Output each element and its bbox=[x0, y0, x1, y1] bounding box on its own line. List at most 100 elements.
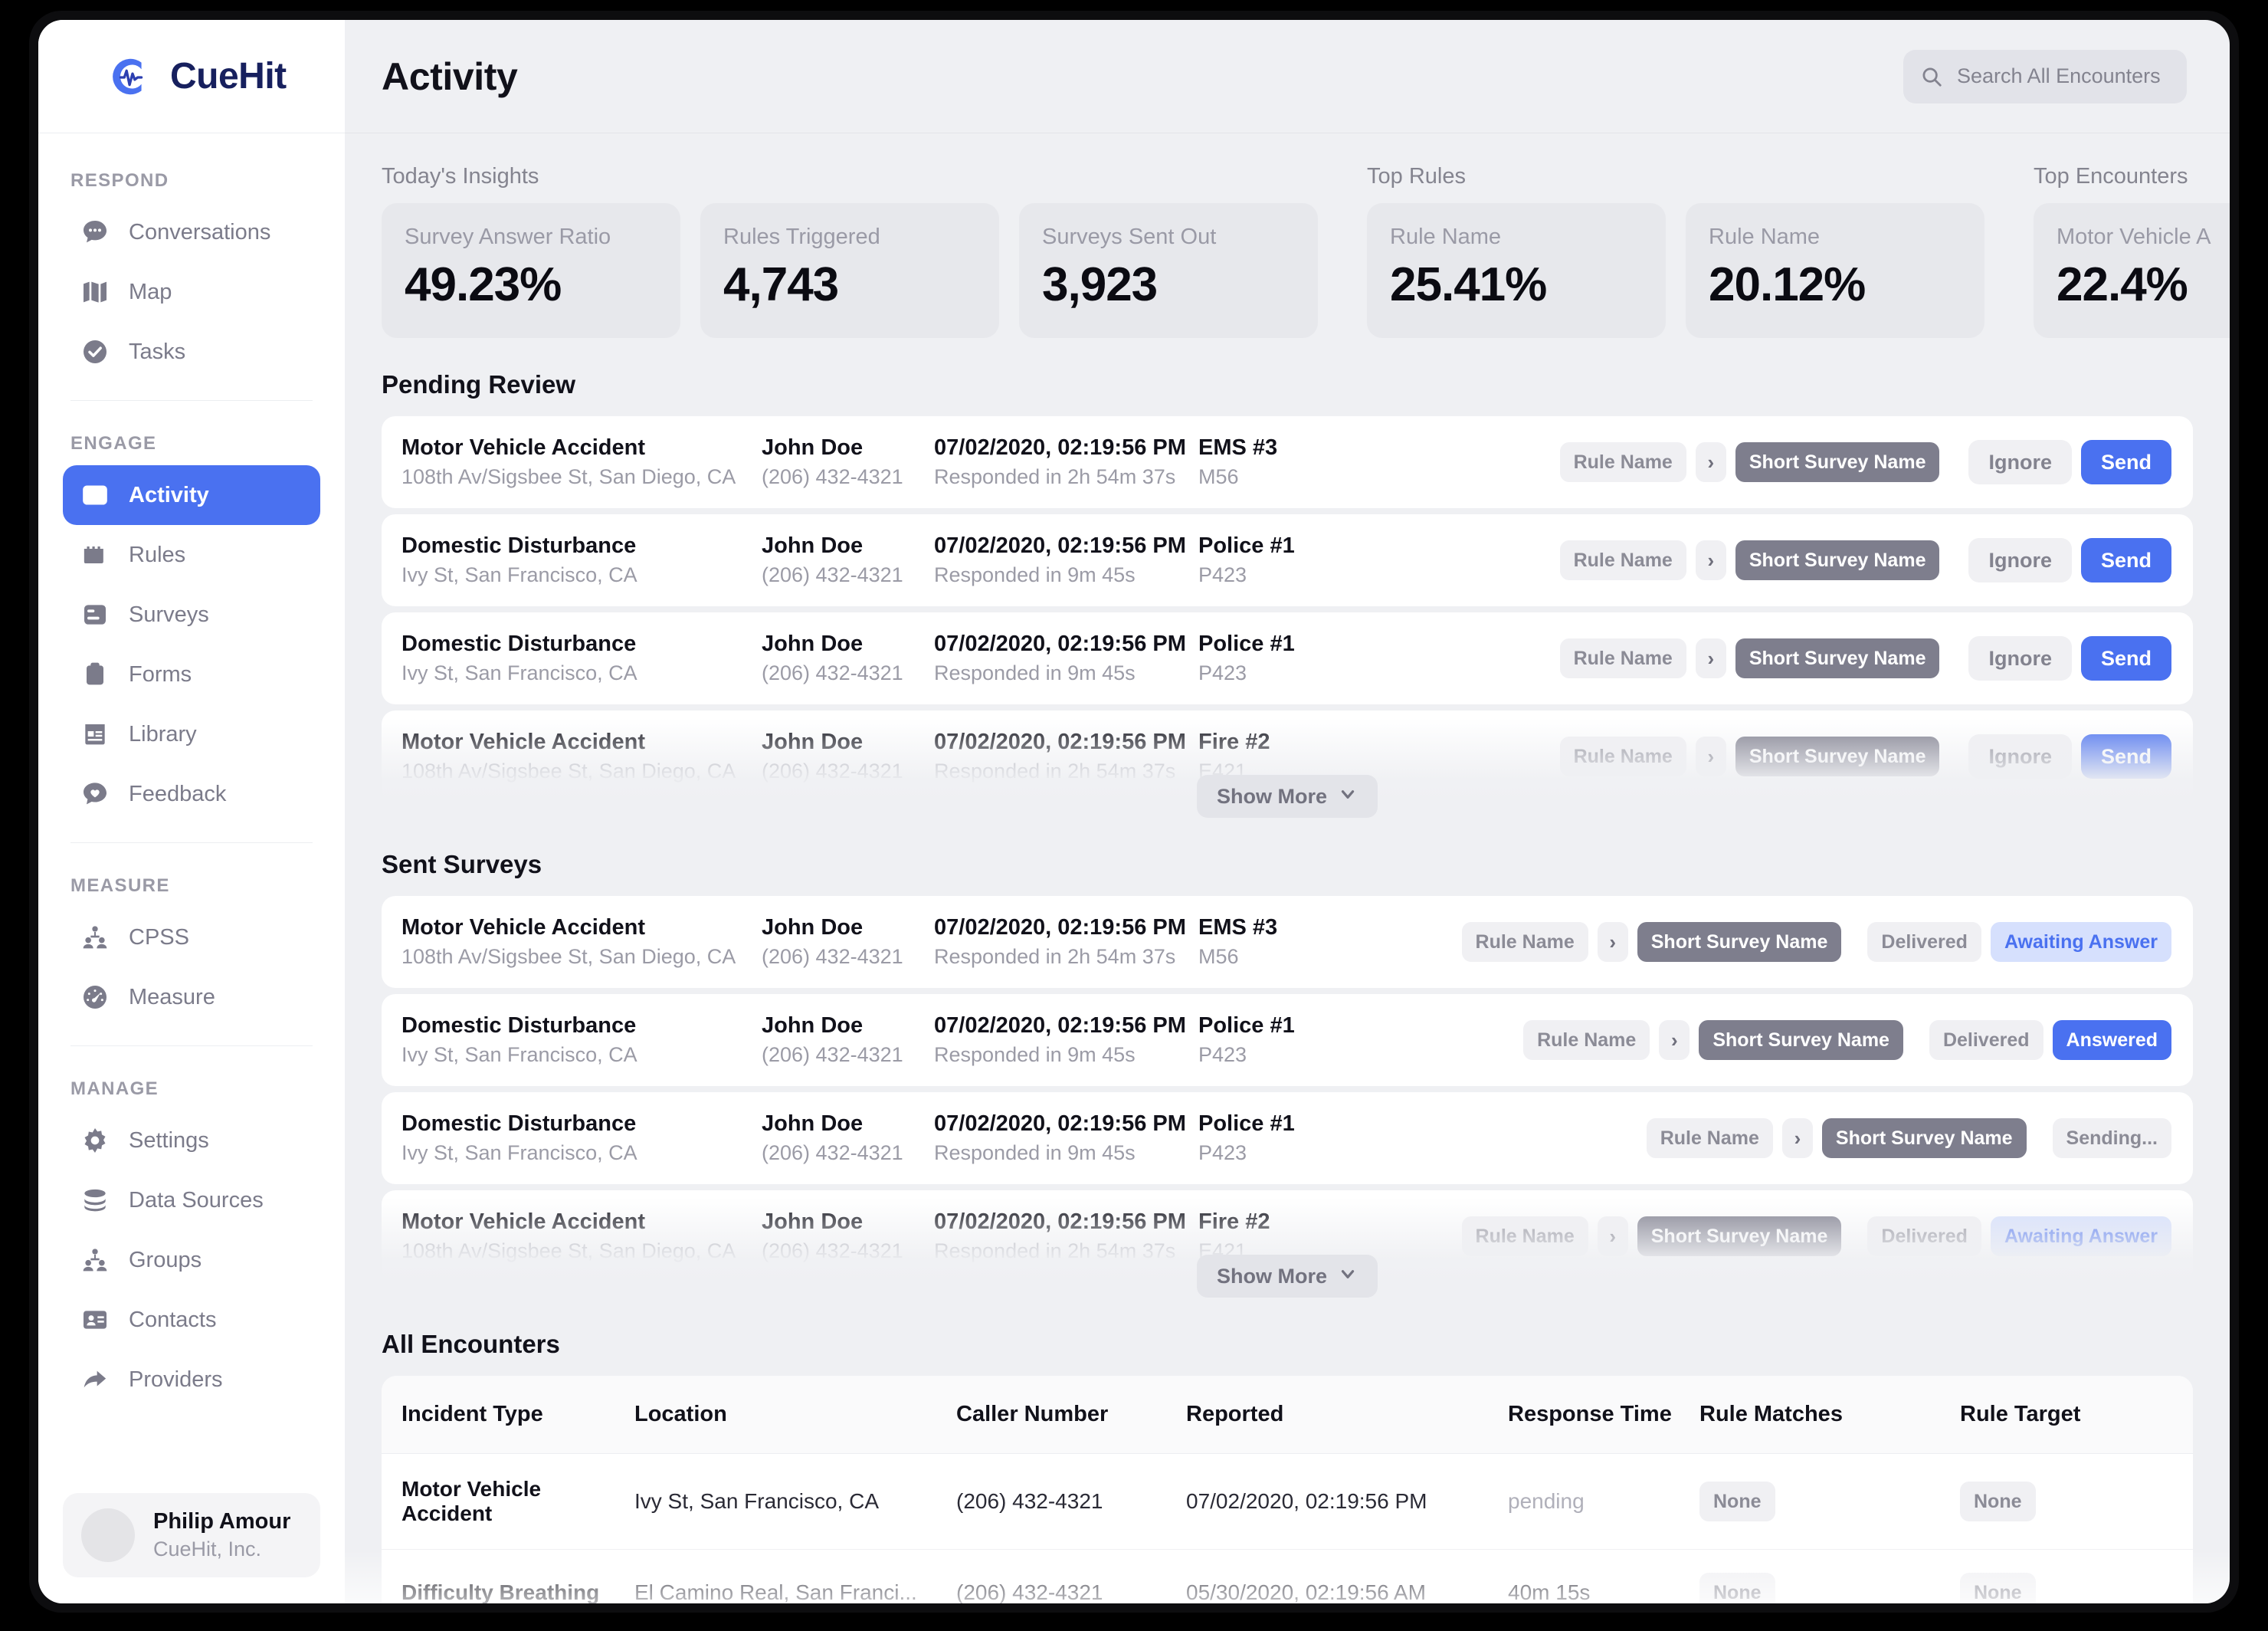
chevron-right-icon: › bbox=[1781, 1118, 1813, 1158]
contact-card-icon bbox=[80, 1304, 110, 1335]
all-encounters-title: All Encounters bbox=[382, 1330, 560, 1358]
insight-card-value: 4,743 bbox=[723, 258, 839, 311]
insight-card[interactable]: Surveys Sent Out 3,923 bbox=[1019, 203, 1318, 338]
response-time: Responded in 9m 45s bbox=[934, 1141, 1136, 1164]
delivery-status-badge: Delivered bbox=[1867, 1216, 1981, 1256]
rule-name-pill[interactable]: Rule Name bbox=[1461, 1216, 1588, 1256]
rule-name-pill[interactable]: Rule Name bbox=[1559, 442, 1686, 482]
show-more-button-pending[interactable]: Show More bbox=[1196, 775, 1378, 818]
rule-target-badge[interactable]: None bbox=[1960, 1573, 2036, 1603]
pending-review-row[interactable]: Motor Vehicle Accident 108th Av/Sigsbee S… bbox=[382, 416, 2193, 508]
sent-status-group: Rule Name › Short Survey Name Delivered Awai… bbox=[1461, 1216, 2171, 1256]
sidebar-item-providers[interactable]: Providers bbox=[63, 1350, 320, 1409]
insight-card[interactable]: Motor Vehicle A 22.4% bbox=[2034, 203, 2230, 338]
sidebar-item-tasks[interactable]: Tasks bbox=[63, 322, 320, 382]
sidebar-item-groups[interactable]: Groups bbox=[63, 1230, 320, 1290]
rule-name-pill[interactable]: Rule Name bbox=[1523, 1020, 1650, 1060]
send-button[interactable]: Send bbox=[2080, 734, 2171, 779]
unit-id: P423 bbox=[1198, 1141, 1247, 1164]
sidebar-item-forms[interactable]: Forms bbox=[63, 645, 320, 704]
pending-review-row[interactable]: Domestic Disturbance Ivy St, San Francisc… bbox=[382, 612, 2193, 704]
column-header[interactable]: Caller Number bbox=[956, 1376, 1186, 1454]
survey-name-pill[interactable]: Short Survey Name bbox=[1637, 922, 1842, 962]
rule-target-badge[interactable]: None bbox=[1960, 1482, 2036, 1521]
column-header[interactable]: Reported bbox=[1186, 1376, 1508, 1454]
sidebar-item-data-sources[interactable]: Data Sources bbox=[63, 1170, 320, 1230]
insight-card[interactable]: Rule Name 20.12% bbox=[1686, 203, 1984, 338]
search-box[interactable]: Search All Encounters bbox=[1903, 49, 2187, 103]
survey-name-pill[interactable]: Short Survey Name bbox=[1735, 540, 1940, 580]
insights-strip: Today's Insights Survey Answer Ratio 49.2… bbox=[345, 133, 2230, 338]
column-header[interactable]: Location bbox=[634, 1376, 956, 1454]
reported-time: 07/02/2020, 02:19:56 PM bbox=[934, 730, 1186, 754]
rule-name-pill[interactable]: Rule Name bbox=[1461, 922, 1588, 962]
sidebar-item-conversations[interactable]: Conversations bbox=[63, 202, 320, 262]
sidebar-item-library[interactable]: Library bbox=[63, 704, 320, 764]
column-header[interactable]: Rule Target bbox=[1960, 1376, 2193, 1454]
survey-name-pill[interactable]: Short Survey Name bbox=[1699, 1020, 1903, 1060]
column-header[interactable]: Rule Matches bbox=[1699, 1376, 1960, 1454]
rule-matches-badge[interactable]: None bbox=[1699, 1482, 1775, 1521]
ignore-button[interactable]: Ignore bbox=[1968, 734, 2072, 779]
survey-name-pill[interactable]: Short Survey Name bbox=[1735, 442, 1940, 482]
chevron-right-icon: › bbox=[1597, 1216, 1628, 1256]
user-profile[interactable]: Philip Amour CueHit, Inc. bbox=[63, 1493, 320, 1577]
sidebar-item-surveys[interactable]: Surveys bbox=[63, 585, 320, 645]
rule-matches-badge[interactable]: None bbox=[1699, 1573, 1775, 1603]
column-header[interactable]: Response Time bbox=[1508, 1376, 1699, 1454]
caller-cell: John Doe (206) 432-4321 bbox=[762, 533, 934, 587]
pending-review-row[interactable]: Domestic Disturbance Ivy St, San Francisc… bbox=[382, 514, 2193, 606]
rule-name-pill[interactable]: Rule Name bbox=[1559, 737, 1686, 776]
brand-header[interactable]: CueHit bbox=[38, 20, 345, 133]
encounter-type-cell: Domestic Disturbance Ivy St, San Francisc… bbox=[401, 632, 762, 685]
time-cell: 07/02/2020, 02:19:56 PM Responded in 2h 5… bbox=[934, 435, 1198, 489]
sidebar-item-rules[interactable]: Rules bbox=[63, 525, 320, 585]
send-button[interactable]: Send bbox=[2080, 636, 2171, 681]
sidebar-item-activity[interactable]: Activity bbox=[63, 465, 320, 525]
insight-card[interactable]: Rule Name 25.41% bbox=[1367, 203, 1666, 338]
insight-card[interactable]: Survey Answer Ratio 49.23% bbox=[382, 203, 680, 338]
sent-survey-row[interactable]: Domestic Disturbance Ivy St, San Francisc… bbox=[382, 994, 2193, 1086]
sidebar-item-settings[interactable]: Settings bbox=[63, 1111, 320, 1170]
sidebar-item-feedback[interactable]: Feedback bbox=[63, 764, 320, 824]
incident-type: Domestic Disturbance bbox=[401, 632, 637, 656]
insight-card-title: Surveys Sent Out bbox=[1042, 225, 1217, 249]
survey-status-badge[interactable]: Awaiting Answer bbox=[1990, 922, 2171, 962]
table-row[interactable]: Motor Vehicle Accident Ivy St, San Franci… bbox=[382, 1453, 2193, 1550]
cell-rule-matches: None bbox=[1699, 1453, 1960, 1550]
table-row[interactable]: Difficulty Breathing El Camino Real, San … bbox=[382, 1549, 2193, 1603]
sent-survey-row[interactable]: Motor Vehicle Accident 108th Av/Sigsbee S… bbox=[382, 896, 2193, 988]
insight-card[interactable]: Rules Triggered 4,743 bbox=[700, 203, 999, 338]
column-header[interactable]: Incident Type bbox=[382, 1376, 634, 1454]
cell-rule-matches: None bbox=[1699, 1549, 1960, 1603]
rule-name-pill[interactable]: Rule Name bbox=[1559, 540, 1686, 580]
sidebar-item-cpss[interactable]: CPSS bbox=[63, 907, 320, 967]
survey-name-pill[interactable]: Short Survey Name bbox=[1735, 638, 1940, 678]
survey-status-badge[interactable]: Answered bbox=[2052, 1020, 2171, 1060]
survey-status-badge[interactable]: Awaiting Answer bbox=[1990, 1216, 2171, 1256]
sidebar-item-map[interactable]: Map bbox=[63, 262, 320, 322]
survey-name-pill[interactable]: Short Survey Name bbox=[1821, 1118, 2027, 1158]
sent-survey-row[interactable]: Domestic Disturbance Ivy St, San Francisc… bbox=[382, 1092, 2193, 1184]
cell-rule-target: None bbox=[1960, 1453, 2193, 1550]
incident-type: Motor Vehicle Accident bbox=[401, 730, 645, 754]
send-button[interactable]: Send bbox=[2080, 440, 2171, 484]
delivery-status-badge: Delivered bbox=[1929, 1020, 2043, 1060]
ignore-button[interactable]: Ignore bbox=[1968, 440, 2072, 484]
rule-name-pill[interactable]: Rule Name bbox=[1646, 1118, 1773, 1158]
ignore-button[interactable]: Ignore bbox=[1968, 636, 2072, 681]
send-button[interactable]: Send bbox=[2080, 538, 2171, 582]
time-cell: 07/02/2020, 02:19:56 PM Responded in 9m 4… bbox=[934, 1013, 1198, 1067]
survey-name-pill[interactable]: Short Survey Name bbox=[1735, 737, 1940, 776]
survey-name-pill[interactable]: Short Survey Name bbox=[1637, 1216, 1842, 1256]
rule-name-pill[interactable]: Rule Name bbox=[1559, 638, 1686, 678]
insight-card-value: 3,923 bbox=[1042, 258, 1158, 311]
sidebar-item-label: Settings bbox=[129, 1127, 209, 1153]
sidebar-item-measure[interactable]: Measure bbox=[63, 967, 320, 1027]
ignore-button[interactable]: Ignore bbox=[1968, 538, 2072, 582]
chevron-right-icon: › bbox=[1597, 922, 1628, 962]
sidebar-item-contacts[interactable]: Contacts bbox=[63, 1290, 320, 1350]
unit-name: EMS #3 bbox=[1198, 435, 1278, 460]
show-more-button-sent[interactable]: Show More bbox=[1196, 1255, 1378, 1298]
incident-location: Ivy St, San Francisco, CA bbox=[401, 1043, 637, 1066]
